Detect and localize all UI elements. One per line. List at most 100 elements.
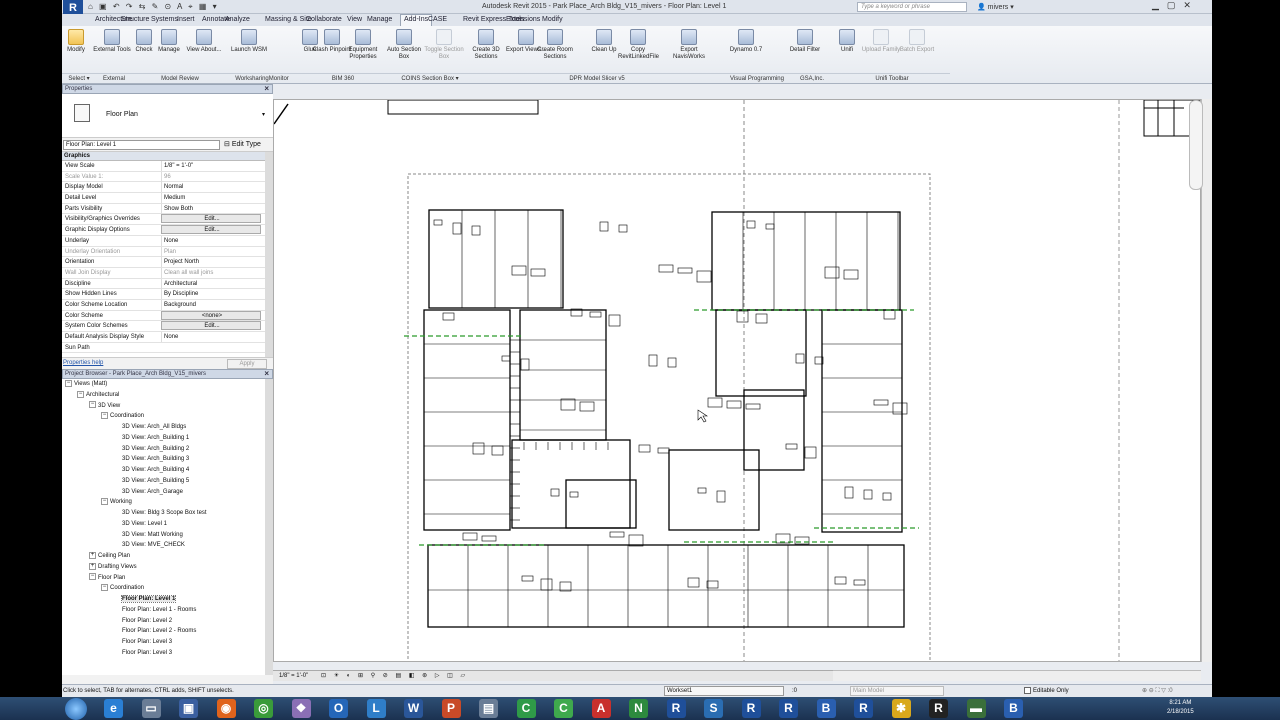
tree-node[interactable]: 3D View: Arch_Building 1 xyxy=(62,433,265,444)
taskbar-app-icon[interactable]: L xyxy=(366,699,386,718)
taskbar-app-icon[interactable]: ◉ xyxy=(216,699,236,718)
property-value[interactable]: Medium xyxy=(161,193,261,204)
taskbar-app-icon[interactable]: ❖ xyxy=(291,699,311,718)
taskbar-app-icon[interactable]: ◎ xyxy=(254,699,273,718)
taskbar-app-icon[interactable]: R xyxy=(666,699,686,718)
tab-modify[interactable]: Modify xyxy=(539,15,566,25)
property-value[interactable]: Normal xyxy=(161,182,261,193)
taskbar-app-icon[interactable]: P xyxy=(441,699,461,718)
close-icon[interactable]: × xyxy=(264,85,269,93)
tree-node[interactable]: Floor Plan: Level 1 - Rooms xyxy=(62,605,265,616)
create-room-sections-button[interactable]: Create Room Sections xyxy=(535,29,575,61)
properties-help-link[interactable]: Properties help xyxy=(63,360,103,366)
design-option-select[interactable]: Main Model xyxy=(850,686,944,696)
taskbar-app-icon[interactable]: ▭ xyxy=(141,699,161,718)
panel-label[interactable]: DPR Model Slicer v5 xyxy=(470,73,724,83)
property-value[interactable]: 96 xyxy=(161,171,261,182)
tree-node[interactable]: Floor Plan: Level 3 xyxy=(62,648,265,659)
edit-button[interactable]: Edit... xyxy=(161,214,261,224)
property-value[interactable]: None xyxy=(161,235,261,246)
tree-node[interactable]: 3D View: Matt Working xyxy=(62,530,265,541)
tab-view[interactable]: View xyxy=(344,15,365,25)
view-control-icons[interactable]: ⊡ ☀ ◐ ⊞ ⚲ ⊘ ▤ ◧ ⊛ ▷ ◫ ▱ xyxy=(321,671,468,681)
view-scale[interactable]: 1/8" = 1'-0" xyxy=(279,671,308,681)
edit-type-button[interactable]: ⊟ Edit Type xyxy=(224,140,261,148)
panel-label[interactable]: Unifi Toolbar xyxy=(834,73,950,83)
taskbar-app-icon[interactable]: C xyxy=(516,699,536,718)
property-value[interactable]: None xyxy=(161,332,261,342)
panel-label[interactable]: Select ▾ xyxy=(62,73,96,83)
tree-node[interactable]: Floor Plan: Level 3 xyxy=(62,637,265,648)
edit-button[interactable]: Edit... xyxy=(161,225,261,235)
expand-toggle-icon[interactable]: − xyxy=(89,573,96,581)
expand-toggle-icon[interactable]: + xyxy=(89,562,96,570)
detail-filter-button[interactable]: Detail Filter xyxy=(785,29,825,54)
tree-node[interactable]: 3D View: Arch_Building 4 xyxy=(62,465,265,476)
tab-collaborate[interactable]: Collaborate xyxy=(303,15,345,25)
property-value[interactable]: Clean all wall joins xyxy=(161,267,261,278)
equipment-properties-button[interactable]: Equipment Properties xyxy=(343,29,383,61)
panel-label[interactable]: WorksharingMonitor xyxy=(228,73,296,83)
taskbar-app-icon[interactable]: B xyxy=(816,699,836,718)
tab-manage[interactable]: Manage xyxy=(364,15,395,25)
property-value[interactable]: Background xyxy=(161,299,261,310)
expand-toggle-icon[interactable]: − xyxy=(89,401,96,409)
dynamo-0-7-button[interactable]: Dynamo 0.7 xyxy=(726,29,766,54)
copy-revitlinkedfile-button[interactable]: Copy RevitLinkedFile xyxy=(618,29,659,61)
system-clock[interactable]: 8:21 AM 2/18/2015 xyxy=(1167,699,1194,717)
start-button-icon[interactable] xyxy=(65,698,87,720)
export-navisworks-button[interactable]: Export NavisWorks xyxy=(669,29,709,61)
tree-node[interactable]: + Ceiling Plan xyxy=(62,551,265,562)
manage-button[interactable]: Manage xyxy=(149,29,189,54)
taskbar-app-icon[interactable]: ▬ xyxy=(966,699,986,718)
apply-button[interactable]: Apply xyxy=(227,359,267,369)
tree-node[interactable]: 3D View: Arch_Building 3 xyxy=(62,454,265,465)
expand-toggle-icon[interactable]: − xyxy=(101,412,108,420)
taskbar-app-icon[interactable]: ✱ xyxy=(891,699,911,718)
auto-section-box-button[interactable]: Auto Section Box xyxy=(384,29,424,61)
taskbar-app-icon[interactable]: R xyxy=(854,699,873,718)
batch-export-button[interactable]: Batch Export xyxy=(897,29,937,54)
taskbar-app-icon[interactable]: W xyxy=(404,699,423,718)
tree-node[interactable]: − Coordination xyxy=(62,583,265,594)
tree-node[interactable]: Floor Plan: Level 1 xyxy=(62,594,265,605)
tree-node[interactable]: 3D View: Bldg 3 Scope Box test xyxy=(62,508,265,519)
property-value[interactable]: By Discipline xyxy=(161,289,261,300)
tree-node[interactable]: −3D View xyxy=(62,401,265,412)
horizontal-scrollbar[interactable] xyxy=(833,670,1201,681)
property-value[interactable]: Show Both xyxy=(161,203,261,214)
taskbar-app-icon[interactable]: C xyxy=(554,699,573,718)
panel-label[interactable]: Model Review xyxy=(132,73,228,83)
taskbar-app-icon[interactable]: ▤ xyxy=(479,699,498,718)
navigation-bar[interactable] xyxy=(1189,100,1203,190)
create-3d-sections-button[interactable]: Create 3D Sections xyxy=(466,29,506,61)
panel-label[interactable]: External xyxy=(96,73,132,83)
tree-node[interactable]: 3D View: Arch_Building 2 xyxy=(62,444,265,455)
panel-label[interactable]: BIM 360 xyxy=(296,73,390,83)
tree-node[interactable]: 3D View: Arch_All Bldgs xyxy=(62,422,265,433)
taskbar-app-icon[interactable]: N xyxy=(629,699,648,718)
expand-toggle-icon[interactable]: + xyxy=(89,551,96,559)
expand-toggle-icon[interactable]: − xyxy=(65,379,72,387)
tree-node[interactable]: − Working xyxy=(62,497,265,508)
tree-node[interactable]: − Architectural xyxy=(62,390,265,401)
view-about-button[interactable]: View About... xyxy=(184,29,224,54)
quick-access-toolbar[interactable]: ⌂ ▣ ↶ ↷ ⇆ ✎ ⊙ A ⌖ ▦ ▾ xyxy=(88,2,219,12)
chevron-down-icon[interactable]: ▾ xyxy=(262,111,265,118)
tab-case[interactable]: CASE xyxy=(425,15,450,25)
modify-button[interactable]: Modify xyxy=(62,29,96,54)
toggle-section-box-button[interactable]: Toggle Section Box xyxy=(424,29,464,61)
edit-button[interactable]: <none> xyxy=(161,310,261,320)
close-icon[interactable]: × xyxy=(264,370,269,378)
group-header[interactable]: Graphics xyxy=(62,152,265,161)
panel-label[interactable]: GSA,Inc. xyxy=(790,73,834,83)
tab-extensions[interactable]: Extensions xyxy=(503,15,543,25)
edit-button[interactable]: Edit... xyxy=(161,321,261,331)
taskbar-app-icon[interactable]: S xyxy=(704,699,723,718)
type-selector[interactable]: Floor Plan ▾ xyxy=(62,94,273,138)
property-value[interactable]: Architectural xyxy=(161,278,261,289)
tree-node[interactable]: 3D View: Arch_Garage xyxy=(62,487,265,498)
taskbar-app-icon[interactable]: O xyxy=(329,699,348,718)
tree-node[interactable]: Floor Plan: Level 2 xyxy=(62,616,265,627)
user-account[interactable]: 👤 mivers ▾ xyxy=(977,3,1014,11)
